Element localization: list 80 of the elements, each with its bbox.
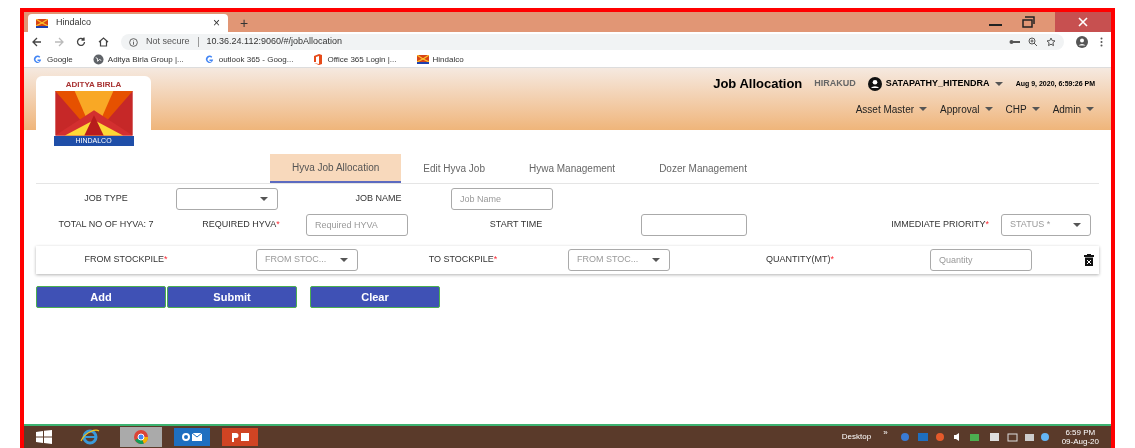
bookmark[interactable]: outlook 365 - Goog... xyxy=(203,53,294,66)
logo-icon xyxy=(36,18,48,28)
tab[interactable]: Hywa Management xyxy=(507,154,638,183)
caret-icon xyxy=(983,106,994,112)
bookmark[interactable]: Google xyxy=(32,53,73,66)
action-button[interactable]: Add xyxy=(36,286,166,308)
field-label: QUANTITY(MT)* xyxy=(765,253,835,267)
new-tab-button[interactable]: + xyxy=(240,16,249,30)
address-bar[interactable]: Not secure 10.36.24.112:9060/#/jobAllocation xyxy=(121,34,1064,50)
close-tab-button[interactable]: × xyxy=(213,17,220,29)
tray-icons[interactable] xyxy=(899,432,1050,442)
page-title: Job Allocation xyxy=(713,75,803,93)
field-label: JOB NAME xyxy=(354,192,403,206)
url-text: 10.36.24.112:9060/#/jobAllocation xyxy=(206,35,343,49)
caret-icon xyxy=(339,257,349,263)
start-time-field[interactable] xyxy=(641,214,747,236)
field-label: TO STOCKPILE* xyxy=(427,253,499,267)
nav-menu[interactable]: Admin xyxy=(1052,101,1095,117)
required-hyva-field[interactable]: Required HYVA xyxy=(306,214,408,236)
user-icon xyxy=(867,76,882,91)
google-icon xyxy=(203,54,215,65)
field-label: REQUIRED HYVA* xyxy=(201,218,281,232)
taskbar-app[interactable] xyxy=(120,427,162,447)
browser-tab[interactable]: Hindalco × xyxy=(28,14,228,32)
toolbar-chevron[interactable]: » xyxy=(883,427,888,439)
caret-icon xyxy=(918,106,929,112)
action-button[interactable]: Clear xyxy=(310,286,440,308)
reload-icon[interactable] xyxy=(76,37,86,47)
back-icon[interactable] xyxy=(32,37,42,47)
clock-time: 6:59 PM xyxy=(1065,428,1096,437)
clock-date: 09-Aug-20 xyxy=(1061,437,1099,446)
info-icon xyxy=(129,37,138,47)
field-label: START TIME xyxy=(488,218,544,232)
plant-label: HIRAKUD xyxy=(814,77,856,90)
close-icon xyxy=(1078,17,1088,27)
tab[interactable]: Hyva Job Allocation xyxy=(270,154,402,183)
tab[interactable]: Dozer Management xyxy=(637,154,769,183)
more-icon[interactable] xyxy=(1100,37,1103,47)
bookmark[interactable]: Hindalco xyxy=(416,53,464,66)
google-icon xyxy=(32,54,43,65)
browser-e-icon[interactable] xyxy=(80,429,100,445)
star-icon[interactable] xyxy=(1046,37,1056,47)
logo-icon xyxy=(416,55,429,64)
circle-app-icon xyxy=(134,430,148,444)
bookmark[interactable]: Aditya Birla Group |... xyxy=(92,53,184,66)
mail-app-icon xyxy=(181,432,203,442)
zoom-icon xyxy=(1028,37,1038,47)
caret-icon xyxy=(259,196,269,202)
field-label: FROM STOCKPILE* xyxy=(83,253,169,267)
nav-menu[interactable]: Asset Master xyxy=(855,101,929,117)
nav-menu[interactable]: CHP xyxy=(1005,101,1041,117)
delete-icon[interactable] xyxy=(1084,254,1094,266)
minimize-icon[interactable] xyxy=(989,24,1002,27)
desktop-label[interactable]: Desktop xyxy=(841,431,872,443)
home-icon[interactable] xyxy=(98,37,109,47)
caret-icon xyxy=(1030,106,1041,112)
slides-app-icon xyxy=(230,432,250,442)
field-label: JOB TYPE xyxy=(83,192,129,206)
taskbar-app[interactable] xyxy=(222,428,258,446)
caret-icon xyxy=(651,257,661,263)
nav-menu[interactable]: Approval xyxy=(940,101,994,117)
caret-icon xyxy=(993,80,1004,87)
caret-icon xyxy=(1072,222,1082,228)
security-label: Not secure xyxy=(146,35,190,49)
profile-icon[interactable] xyxy=(1076,36,1088,48)
field-label: IMMEDIATE PRIORITY* xyxy=(890,218,990,232)
key-icon xyxy=(1009,39,1020,45)
action-button[interactable]: Submit xyxy=(167,286,297,308)
taskbar-app[interactable] xyxy=(174,428,210,446)
caret-icon xyxy=(1085,106,1095,112)
logo-top-text: ADITYA BIRLA xyxy=(65,79,122,91)
user-menu[interactable]: SATAPATHY_HITENDRA xyxy=(885,77,990,91)
windows-start-icon[interactable] xyxy=(36,430,52,444)
total-hyva-label: TOTAL NO OF HYVA: 7 xyxy=(57,218,155,232)
tab[interactable]: Edit Hyva Job xyxy=(401,154,507,183)
job-name-field[interactable]: Job Name xyxy=(451,188,553,210)
restore-icon[interactable] xyxy=(1022,16,1035,28)
bookmark[interactable]: Office 365 Login |... xyxy=(313,53,397,66)
office-icon xyxy=(313,54,324,65)
quantity-field[interactable]: Quantity xyxy=(930,249,1032,271)
